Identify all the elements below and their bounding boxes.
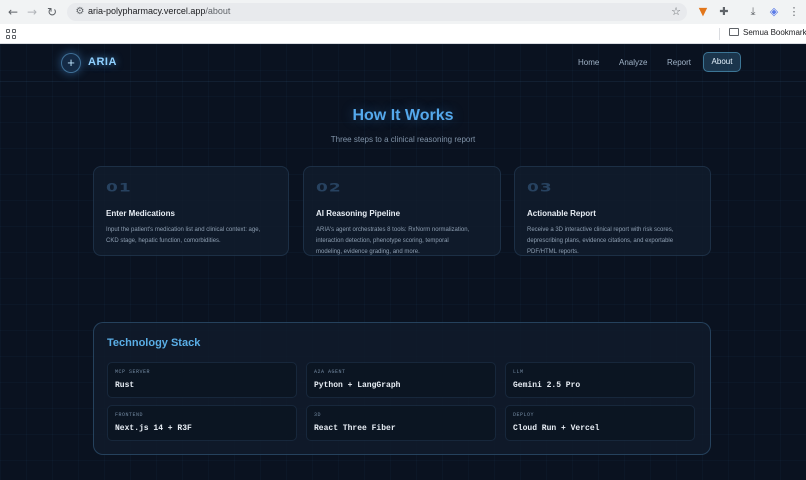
step-desc-line: modeling, evidence grading, and more. <box>316 249 420 255</box>
tech-item-value: React Three Fiber <box>314 424 396 433</box>
back-arrow-icon[interactable]: ← <box>5 4 21 20</box>
step-desc-line: CKD stage, hepatic function, comorbiditi… <box>106 238 221 244</box>
tech-item-label: LLM <box>513 369 524 375</box>
tech-item-label: DEPLOY <box>513 412 535 418</box>
metamask-fox-icon[interactable]: ▼ <box>695 4 711 20</box>
step-number: 03 <box>527 181 553 195</box>
tech-item-value: Cloud Run + Vercel <box>513 424 600 433</box>
step-description: Receive a 3D interactive clinical report… <box>527 225 673 258</box>
step-desc-line: ARIA's agent orchestrates 8 tools: RxNor… <box>316 227 470 233</box>
tech-item-value: Rust <box>115 381 135 390</box>
folder-icon <box>729 28 739 36</box>
tune-icon[interactable]: ⚙ <box>73 5 87 19</box>
tech-item-value: Gemini 2.5 Pro <box>513 381 581 390</box>
tech-item-a2a-agent: A2A AGENT Python + LangGraph <box>306 362 496 398</box>
tech-item-label: A2A AGENT <box>314 369 346 375</box>
apps-grid-icon[interactable] <box>6 29 16 39</box>
tech-item-frontend: FRONTEND Next.js 14 + R3F <box>107 405 297 441</box>
step-number: 02 <box>316 181 342 195</box>
tech-item-label: MCP SERVER <box>115 369 151 375</box>
nav-link-home[interactable]: Home <box>578 58 599 67</box>
tech-item-llm: LLM Gemini 2.5 Pro <box>505 362 695 398</box>
tech-item-deploy: DEPLOY Cloud Run + Vercel <box>505 405 695 441</box>
step-title: Enter Medications <box>106 209 175 218</box>
profile-shield-icon[interactable]: ◈ <box>766 4 782 20</box>
reload-icon[interactable]: ↻ <box>44 4 60 20</box>
bookmark-folder-label: Semua Bookmark <box>743 28 806 37</box>
step-desc-line: Receive a 3D interactive clinical report… <box>527 227 674 233</box>
step-description: Input the patient's medication list and … <box>106 225 260 247</box>
step-desc-line: Input the patient's medication list and … <box>106 227 261 233</box>
bookmarks-bar: Semua Bookmark <box>0 24 806 44</box>
kebab-menu-icon[interactable]: ⋮ <box>786 4 802 20</box>
forward-arrow-icon[interactable]: → <box>24 4 40 20</box>
nav-link-about[interactable]: About <box>703 52 741 72</box>
nav-link-report[interactable]: Report <box>667 58 691 67</box>
page-content: + ARIA Home Analyze Report About How It … <box>0 44 806 480</box>
page-subtitle: Three steps to a clinical reasoning repo… <box>330 135 476 144</box>
step-desc-line: PDF/HTML reports. <box>527 249 579 255</box>
tech-stack-panel: Technology Stack MCP SERVER Rust A2A AGE… <box>93 322 711 455</box>
tech-stack-title: Technology Stack <box>107 337 201 349</box>
page-title: How It Works <box>352 107 454 124</box>
tech-item-3d: 3D React Three Fiber <box>306 405 496 441</box>
nav-link-analyze[interactable]: Analyze <box>619 58 647 67</box>
step-number: 01 <box>106 181 132 195</box>
puzzle-extensions-icon[interactable]: ✚ <box>716 4 732 20</box>
tech-item-label: FRONTEND <box>115 412 144 418</box>
tech-item-mcp-server: MCP SERVER Rust <box>107 362 297 398</box>
step-description: ARIA's agent orchestrates 8 tools: RxNor… <box>316 225 469 258</box>
step-desc-line: interaction detection, phenotype scoring… <box>316 238 449 244</box>
step-desc-line: deprescribing plans, evidence citations,… <box>527 238 674 244</box>
browser-toolbar: ← → ↻ ⚙ aria-polypharmacy.vercel.app/abo… <box>0 0 806 24</box>
logo-plus-icon[interactable]: + <box>61 53 81 73</box>
download-icon[interactable]: ⤓ <box>745 4 761 20</box>
browser-chrome: ← → ↻ ⚙ aria-polypharmacy.vercel.app/abo… <box>0 0 806 44</box>
site-navbar: + ARIA Home Analyze Report About <box>0 44 806 82</box>
step-card-3: 03 Actionable Report Receive a 3D intera… <box>514 166 711 256</box>
address-bar[interactable]: ⚙ aria-polypharmacy.vercel.app/about ☆ <box>67 3 687 21</box>
step-title: Actionable Report <box>527 209 596 218</box>
tech-item-label: 3D <box>314 412 322 418</box>
step-card-1: 01 Enter Medications Input the patient's… <box>93 166 289 256</box>
tech-item-value: Python + LangGraph <box>314 381 401 390</box>
star-icon[interactable]: ☆ <box>671 5 681 19</box>
url-text[interactable]: aria-polypharmacy.vercel.app/about <box>88 6 230 16</box>
tech-item-value: Next.js 14 + R3F <box>115 424 192 433</box>
url-path: /about <box>205 6 231 16</box>
bookmark-separator <box>719 28 720 40</box>
step-card-2: 02 AI Reasoning Pipeline ARIA's agent or… <box>303 166 501 256</box>
step-title: AI Reasoning Pipeline <box>316 209 401 218</box>
url-host: aria-polypharmacy.vercel.app <box>88 6 206 16</box>
bookmark-folder-all[interactable]: Semua Bookmark <box>729 28 806 37</box>
logo-text[interactable]: ARIA <box>88 56 117 68</box>
